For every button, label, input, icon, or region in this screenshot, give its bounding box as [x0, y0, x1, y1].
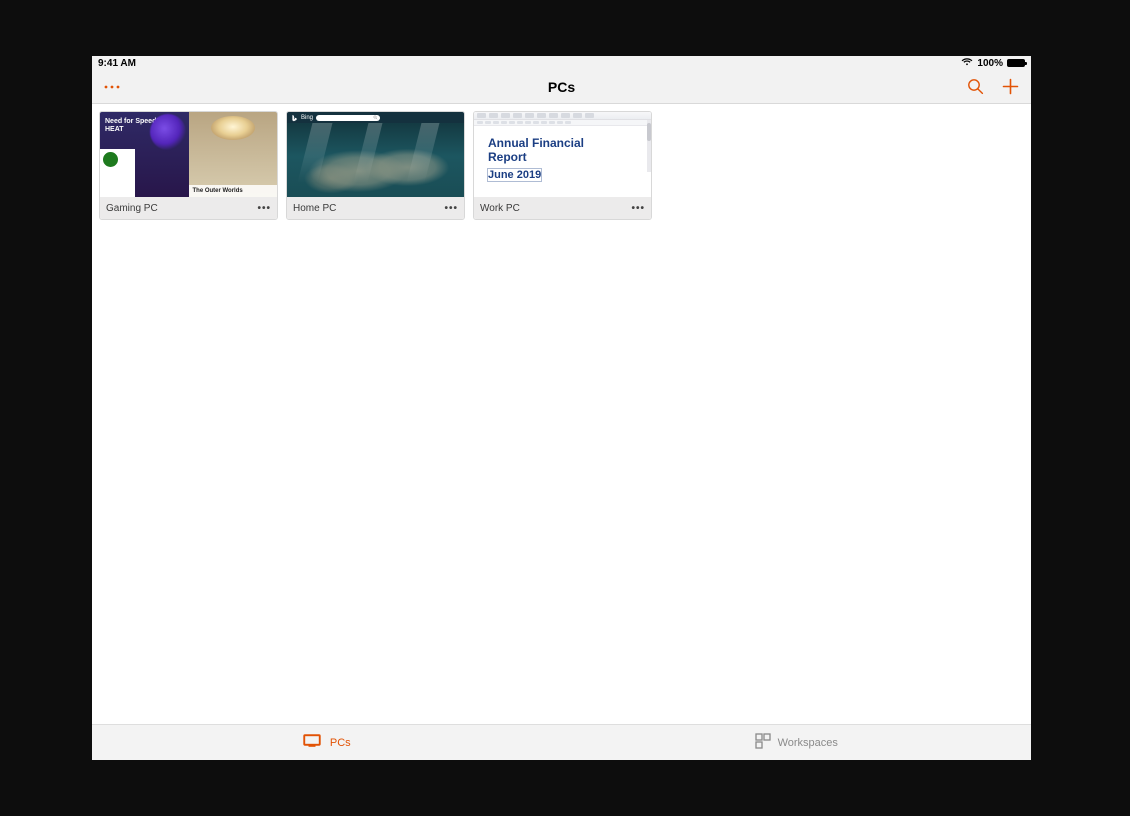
pc-tile-more-button[interactable]: ••• — [631, 203, 645, 214]
app-frame: 9:41 AM 100% PCs — [92, 56, 1031, 760]
status-right: 100% — [961, 58, 1025, 69]
pc-tile-label: Work PC — [480, 203, 520, 214]
pc-tile-label: Home PC — [293, 203, 336, 214]
status-bar: 9:41 AM 100% — [92, 56, 1031, 70]
nav-title: PCs — [92, 79, 1031, 95]
pc-tile-footer: Gaming PC ••• — [100, 197, 277, 219]
bottom-tab-bar: PCs Workspaces — [92, 724, 1031, 760]
tab-pcs[interactable]: PCs — [92, 725, 562, 760]
nav-bar: PCs — [92, 70, 1031, 104]
tab-pcs-label: PCs — [330, 737, 351, 749]
pc-grid: Need for Speed™ HEAT The Outer Worlds Ga… — [92, 104, 1031, 724]
battery-icon — [1007, 59, 1025, 67]
desktop-icon — [303, 734, 323, 751]
pc-tile-home[interactable]: Bing Home PC ••• — [286, 111, 465, 220]
workspaces-icon — [755, 733, 771, 752]
pc-tile-label: Gaming PC — [106, 203, 158, 214]
bing-label: Bing — [301, 115, 313, 121]
thumb-scrollbar — [647, 120, 651, 172]
tab-workspaces-label: Workspaces — [778, 737, 838, 749]
pc-tile-more-button[interactable]: ••• — [444, 203, 458, 214]
pc-thumbnail: Bing — [287, 112, 464, 197]
add-button[interactable] — [1002, 78, 1019, 95]
tab-workspaces[interactable]: Workspaces — [562, 725, 1032, 760]
pc-thumbnail: Need for Speed™ HEAT The Outer Worlds — [100, 112, 277, 197]
pc-tile-more-button[interactable]: ••• — [257, 203, 271, 214]
doc-title-line2: Report — [488, 151, 637, 165]
wifi-icon — [961, 58, 973, 69]
pc-tile-footer: Work PC ••• — [474, 197, 651, 219]
pc-tile-footer: Home PC ••• — [287, 197, 464, 219]
search-button[interactable] — [967, 78, 984, 95]
pc-tile-work[interactable]: Annual Financial Report June 2019 Work P… — [473, 111, 652, 220]
status-battery-pct: 100% — [977, 58, 1003, 69]
pc-tile-gaming[interactable]: Need for Speed™ HEAT The Outer Worlds Ga… — [99, 111, 278, 220]
doc-title-line1: Annual Financial — [488, 137, 637, 151]
pc-thumbnail: Annual Financial Report June 2019 — [474, 112, 651, 197]
more-menu-button[interactable] — [104, 84, 120, 90]
thumb-search-bar — [316, 115, 380, 121]
thumb-caption-title: The Outer Worlds — [193, 188, 274, 194]
doc-subtitle: June 2019 — [488, 169, 541, 181]
status-time: 9:41 AM — [98, 58, 136, 69]
